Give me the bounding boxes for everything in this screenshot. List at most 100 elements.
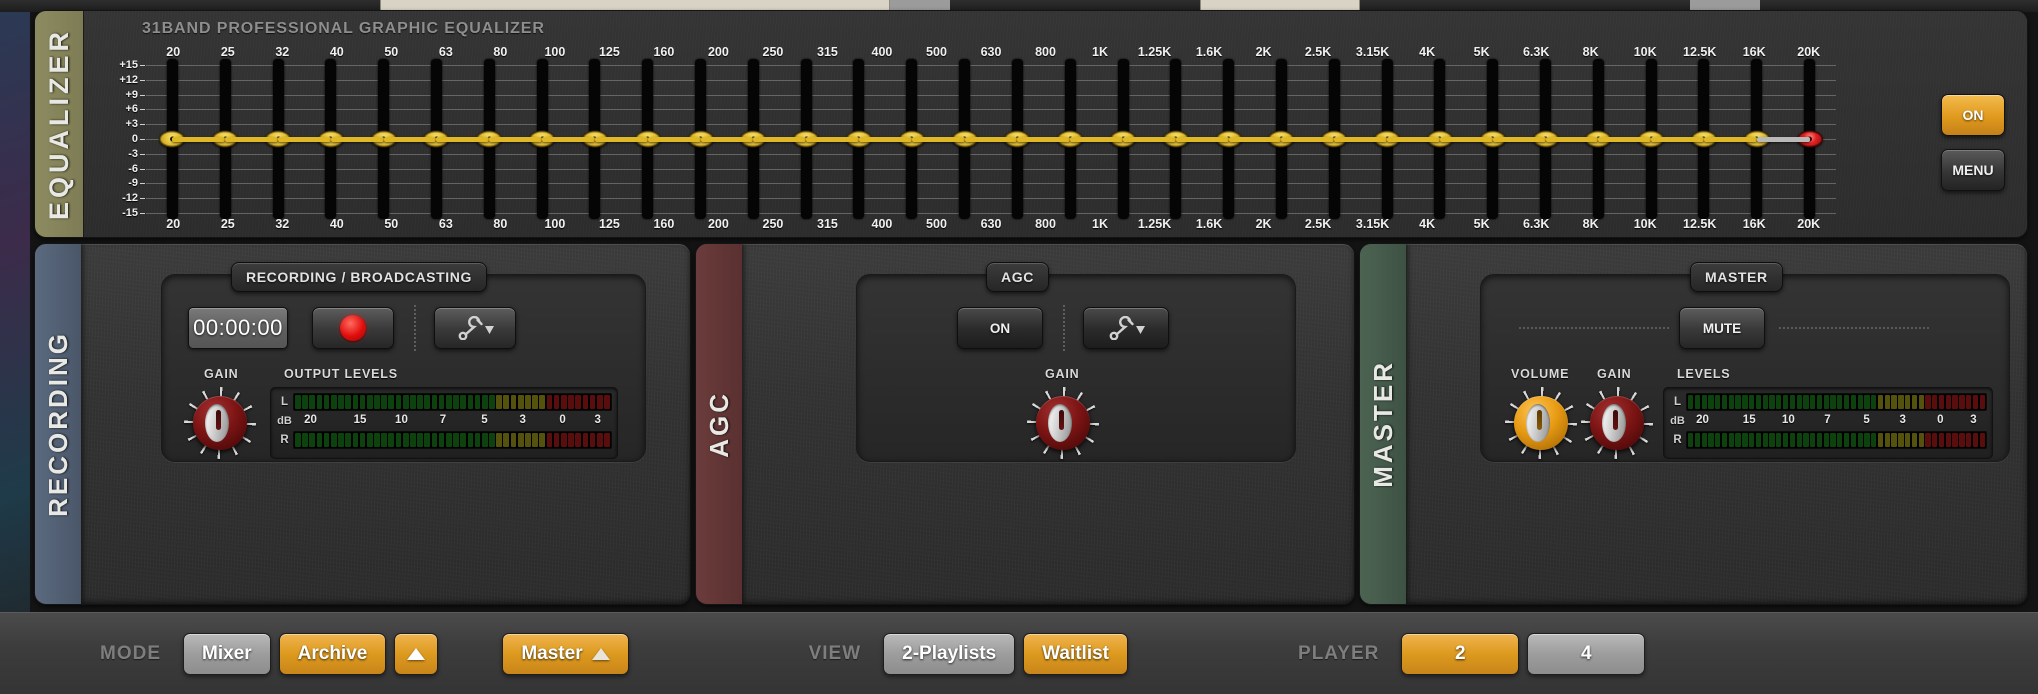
equalizer-frequency-label-1K: 1K bbox=[1092, 217, 1109, 231]
equalizer-frequency-labels-bottom: 20 25 32 40 50 63 80 100 125 160 200 250 315 400 500 63… bbox=[146, 217, 1836, 234]
meter-segment bbox=[1701, 433, 1707, 447]
equalizer-curve-segment bbox=[1651, 136, 1704, 142]
mode-expand-button[interactable] bbox=[394, 632, 439, 675]
meter-segment bbox=[1884, 395, 1890, 409]
meter-segment bbox=[309, 395, 316, 409]
equalizer-frequency-label-400: 400 bbox=[871, 217, 893, 231]
master-mode-button[interactable]: Master bbox=[502, 632, 629, 675]
recording-settings-button[interactable] bbox=[434, 307, 516, 349]
meter-segment bbox=[323, 433, 330, 447]
meter-segment bbox=[395, 433, 402, 447]
recording-gain-knob[interactable] bbox=[184, 387, 256, 459]
master-levels-label: LEVELS bbox=[1677, 367, 1731, 381]
equalizer-curve-segment bbox=[383, 136, 437, 142]
desktop-background-left bbox=[0, 0, 30, 694]
agc-on-button[interactable]: ON bbox=[957, 307, 1043, 349]
meter-segment bbox=[1688, 395, 1694, 409]
meter-segment bbox=[1925, 433, 1931, 447]
master-mute-button[interactable]: MUTE bbox=[1679, 307, 1765, 349]
meter-segment bbox=[402, 395, 409, 409]
equalizer-curve-segment bbox=[1070, 136, 1124, 142]
meter-segment bbox=[489, 395, 495, 409]
meter-segment bbox=[1898, 395, 1904, 409]
equalizer-curve-segment bbox=[1492, 136, 1546, 142]
mode-label: MODE bbox=[100, 642, 161, 664]
master-dotted-rule-right bbox=[1779, 327, 1929, 329]
meter-segment bbox=[1918, 433, 1924, 447]
meter-segment bbox=[1830, 433, 1836, 447]
meter-segment bbox=[582, 395, 589, 409]
equalizer-menu-button[interactable]: MENU bbox=[1941, 149, 2005, 191]
knob-pointer-icon bbox=[1059, 410, 1064, 430]
meter-segment bbox=[1884, 433, 1890, 447]
meter-row-left: L bbox=[1669, 392, 1987, 412]
meter-segment bbox=[366, 395, 373, 409]
meter-segment bbox=[316, 395, 323, 409]
equalizer-frequency-label-2.5K: 2.5K bbox=[1304, 217, 1332, 231]
agc-gain-knob[interactable] bbox=[1027, 387, 1099, 459]
meter-segment bbox=[1837, 395, 1843, 409]
master-volume-knob[interactable] bbox=[1505, 387, 1577, 459]
master-side-tab: MASTER bbox=[1360, 244, 1406, 604]
meter-segment bbox=[302, 395, 308, 409]
recording-side-tab-label: RECORDING bbox=[42, 331, 73, 517]
view-playlists-button[interactable]: 2-Playlists bbox=[883, 632, 1016, 675]
view-label: VIEW bbox=[808, 642, 862, 664]
meter-segment bbox=[381, 395, 387, 409]
meter-segment bbox=[417, 395, 423, 409]
meter-tick-3: 3 bbox=[594, 414, 601, 426]
meter-segment bbox=[395, 395, 402, 409]
meter-segment bbox=[1803, 433, 1809, 447]
meter-segment bbox=[1728, 433, 1734, 447]
meter-tick-10: 10 bbox=[395, 414, 408, 426]
record-button[interactable] bbox=[312, 307, 394, 349]
meter-segment bbox=[1966, 395, 1972, 409]
meter-segment bbox=[1769, 433, 1775, 447]
equalizer-db-tick--15: -15 bbox=[122, 207, 145, 219]
meter-segment bbox=[359, 433, 366, 447]
meter-segment bbox=[1850, 433, 1857, 447]
meter-segment bbox=[359, 395, 366, 409]
equalizer-frequency-label-1.6K: 1.6K bbox=[1195, 217, 1223, 231]
meter-segment bbox=[402, 433, 409, 447]
equalizer-curve-segment bbox=[436, 136, 490, 142]
meter-segment bbox=[596, 433, 603, 447]
meter-segment bbox=[1816, 433, 1823, 447]
meter-segment bbox=[438, 433, 445, 447]
meter-segment bbox=[1959, 395, 1965, 409]
master-header: MASTER bbox=[1690, 262, 1783, 292]
meter-segment bbox=[431, 433, 438, 447]
meter-channel-label: L bbox=[280, 396, 289, 408]
meter-segment bbox=[1905, 433, 1911, 447]
meter-segment bbox=[1715, 395, 1721, 409]
meter-segment bbox=[1877, 433, 1884, 447]
master-gain-knob[interactable] bbox=[1581, 387, 1653, 459]
equalizer-frequency-label-12.5K: 12.5K bbox=[1683, 217, 1717, 231]
equalizer-curve-segment bbox=[647, 136, 701, 142]
wrench-icon bbox=[458, 316, 494, 340]
meter-segment bbox=[1945, 433, 1951, 447]
meter-channel-label: L bbox=[1673, 396, 1682, 408]
mode-mixer-button[interactable]: Mixer bbox=[183, 632, 271, 675]
equalizer-band-sliders[interactable] bbox=[146, 59, 1836, 219]
equalizer-db-tick--9: -9 bbox=[128, 177, 145, 190]
meter-segment bbox=[496, 395, 502, 409]
mode-archive-button[interactable]: Archive bbox=[278, 632, 387, 675]
view-waitlist-button[interactable]: Waitlist bbox=[1023, 632, 1129, 675]
meter-tick-20: 20 bbox=[1696, 414, 1709, 426]
agc-settings-button[interactable] bbox=[1083, 307, 1169, 349]
meter-unit-label: dB bbox=[277, 415, 292, 427]
knob-pointer-icon bbox=[1613, 410, 1618, 430]
player-4-button[interactable]: 4 bbox=[1527, 632, 1646, 675]
meter-bar bbox=[293, 431, 612, 449]
meter-segment bbox=[1979, 433, 1985, 447]
equalizer-on-button[interactable]: ON bbox=[1941, 94, 2005, 136]
meter-segment bbox=[1708, 395, 1714, 409]
meter-segment bbox=[1864, 395, 1870, 409]
meter-segment bbox=[553, 433, 560, 447]
meter-segment bbox=[517, 433, 524, 447]
master-levels-meter: LdB 20 15 10 7 5 3 0 3 R bbox=[1663, 387, 1993, 459]
meter-segment bbox=[1850, 395, 1857, 409]
meter-segment bbox=[1871, 433, 1877, 447]
player-2-button[interactable]: 2 bbox=[1401, 632, 1520, 675]
